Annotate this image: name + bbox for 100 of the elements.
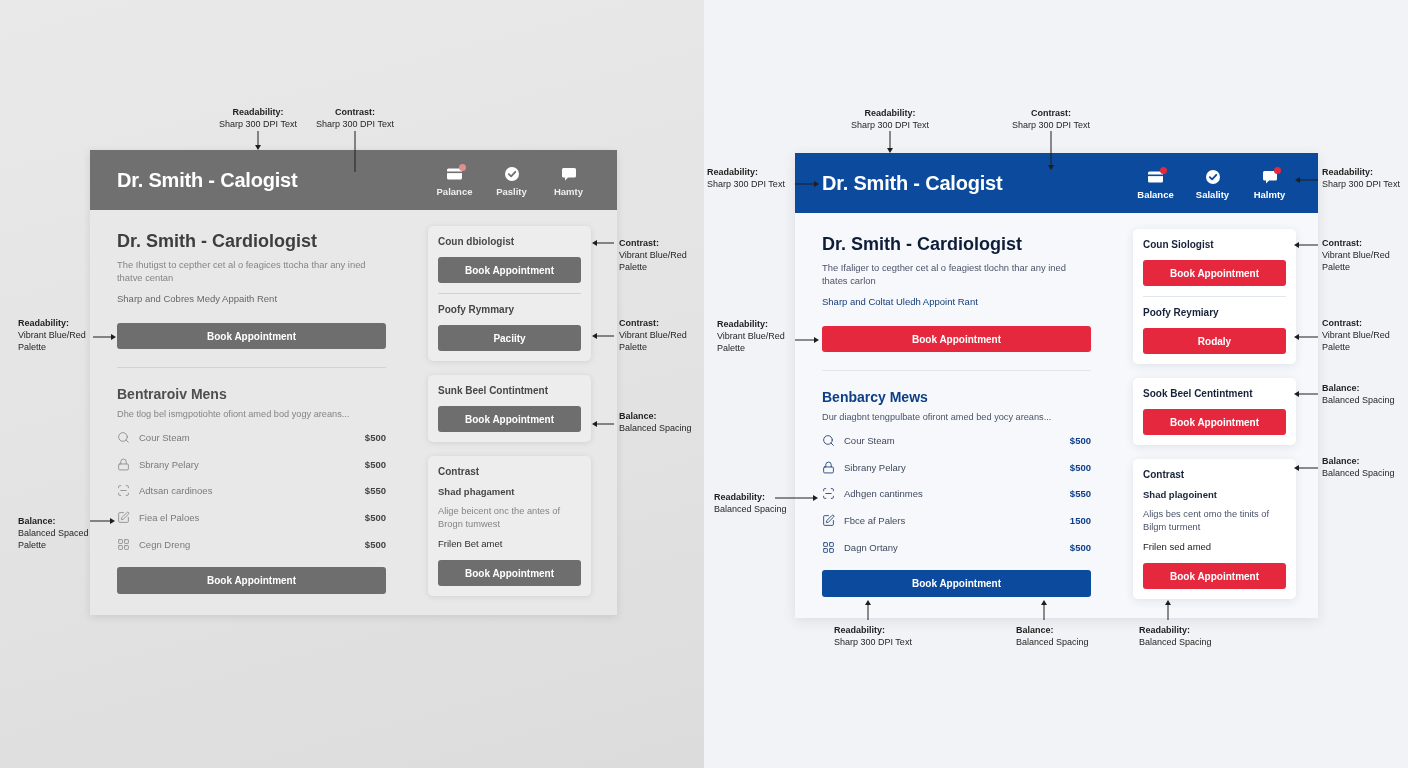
callout-arrow [592,240,614,246]
callout-heading: Balance: [1322,382,1360,394]
callout-text: Sharp 300 DPI Text [219,118,297,130]
lock-icon [822,460,835,474]
callout-arrow [865,600,871,620]
callout-text: Vibrant Blue/Red Palette [619,329,687,353]
section-text: Dhe tlog bel ismgpotiohte ofiont amed bod yogy areans... [117,408,351,421]
callout-text: Vibrant Blue/Red Palette [619,249,687,273]
callout-arrow [1048,131,1054,170]
service-name: Dagn Ortany [844,541,899,553]
intro-text: The Ifaliger to cegther cet al o feagiest tlochn thar any ined thates carlon [822,261,1067,287]
doctor-title: Dr. Smith - Cardiologist [117,230,318,252]
book-button[interactable]: Book Appointment [438,560,581,586]
card-title: Poofy Reymiary [1143,306,1219,319]
header-title: Dr. Smith - Calogist [822,171,1003,195]
callout-text: Sharp 300 DPI Text [834,636,912,648]
chat-icon [561,167,576,181]
callout-heading: Contrast: [335,106,375,118]
callout-heading: Contrast: [619,317,659,329]
book-button[interactable]: Book Appointment [1143,260,1286,286]
card-title: Coun dbiologist [438,235,515,248]
callout-arrow [1294,242,1318,248]
service-name: Fiea el Paloes [139,512,201,524]
callout-text: Balanced Spaced Palette [18,527,89,551]
callout-arrow [93,334,116,340]
tagline-text: Sharp and Coltat Uledh Appoint Rant [822,295,979,308]
callout-arrow [795,181,819,187]
scan-frame-icon [822,487,835,501]
book-button[interactable]: Book Appointment [438,257,581,283]
service-price: $550 [1069,488,1091,500]
card-text: Aligs bes cent omo the tinits of Bilgm turment [1143,508,1271,534]
section-text: Dur diagbnt tengpulbate ofiront amed bed yocy areans... [822,411,1053,424]
book-button[interactable]: Rodaly [1143,328,1286,354]
header-title: Dr. Smith - Calogist [117,168,298,192]
callout-text: Balanced Spacing [1322,394,1395,406]
lock-icon [117,457,130,471]
service-name: Fbce af Palers [844,515,907,527]
book-button[interactable]: Book Appointment [822,569,1091,597]
callout-arrow [1295,177,1318,183]
nav-button[interactable]: Palance [426,167,483,197]
callout-arrow [255,131,261,150]
book-button[interactable]: Book Appointment [117,323,386,349]
card-title: Contrast [438,465,480,478]
book-button[interactable]: Book Appointment [117,566,386,594]
edit-square-icon [822,514,835,528]
callout-text: Sharp 300 DPI Text [707,178,785,190]
book-button[interactable]: Paciity [438,325,581,351]
service-name: Sbrany Pelary [139,458,200,470]
callout-text: Vibrant Blue/Red Palette [1322,329,1390,353]
search-icon [117,430,130,444]
section-title: Bentraroiv Mens [117,385,228,403]
nav-button[interactable]: Salality [1184,170,1241,200]
service-price: $550 [364,485,386,497]
callout-text: Balanced Spacing [1016,636,1089,648]
service-price: $500 [364,458,386,470]
callout-text: Balanced Spacing [714,503,787,515]
callout-arrow [887,131,893,153]
callout-heading: Readability: [232,106,284,118]
service-name: Adtsan cardinoes [139,485,214,497]
card-note: Frilen Bet amet [438,538,503,550]
search-icon [822,433,835,447]
intro-text: The Ihutigst to cepther cet al o feagices ttocha thar any ined thatve centan [117,258,367,284]
callout-heading: Contrast: [1031,107,1071,119]
service-name: Adhgen cantinmes [844,488,924,500]
service-price: $500 [1069,461,1091,473]
callout-arrow [592,333,614,339]
edit-square-icon [117,511,130,525]
grid-icon [117,537,130,551]
callout-heading: Balance: [18,515,56,527]
service-name: Cour Steam [139,431,191,443]
callout-arrow [90,518,115,524]
card-title: Poofy Rymmary [438,303,515,316]
scan-frame-icon [117,484,130,498]
doctor-title: Dr. Smith - Cardiologist [822,233,1023,255]
nav-button[interactable]: Paslity [483,167,540,197]
book-button[interactable]: Book Appointment [822,326,1091,352]
service-name: Cegn Dreng [139,538,192,550]
book-button[interactable]: Book Appointment [1143,563,1286,589]
callout-text: Balanced Spacing [619,422,692,434]
check-circle-icon [1205,170,1220,184]
callout-text: Vibrant Blue/Red Palette [717,330,785,354]
book-button[interactable]: Book Appointment [438,406,581,432]
nav-button[interactable]: Hamty [540,167,597,197]
callout-heading: Contrast: [1322,237,1362,249]
nav-button[interactable]: Halmty [1241,170,1298,200]
callout-text: Sharp 300 DPI Text [1012,119,1090,131]
service-price: $500 [364,512,386,524]
callout-heading: Readability: [714,491,765,503]
callout-heading: Readability: [1139,624,1190,636]
callout-heading: Readability: [864,107,916,119]
book-button[interactable]: Book Appointment [1143,409,1286,435]
card-title: Contrast [1143,468,1185,481]
callout-arrow [795,337,819,343]
card-note: Frilen sed amed [1143,541,1212,553]
service-price: $500 [364,431,386,443]
callout-text: Sharp 300 DPI Text [316,118,394,130]
callout-arrow [1041,600,1047,620]
nav-button[interactable]: Balance [1127,170,1184,200]
callout-heading: Readability: [707,166,758,178]
card-title: Sunk Beel Contintment [438,384,548,397]
